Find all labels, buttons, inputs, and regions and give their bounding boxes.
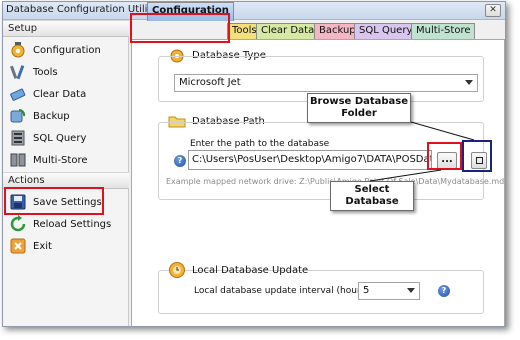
browse-arrow — [410, 121, 475, 141]
select-arrow — [369, 169, 442, 182]
callout-arrows — [369, 121, 475, 182]
